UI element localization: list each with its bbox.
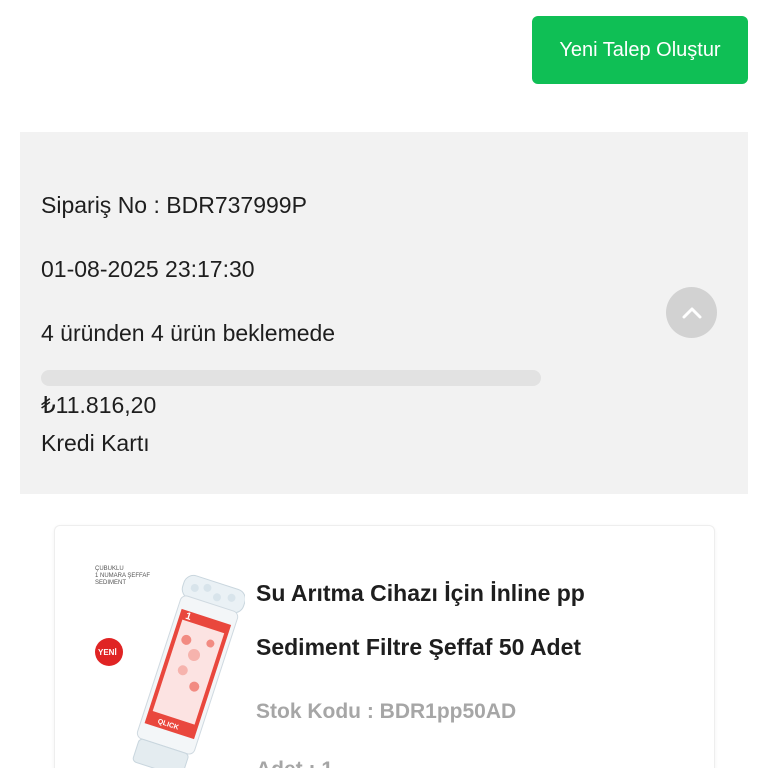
chevron-up-icon <box>682 307 701 318</box>
stock-code: Stok Kodu : BDR1pp50AD <box>256 700 517 723</box>
order-summary-card[interactable]: Sipariş No : BDR737999P 01-08-2025 23:17… <box>20 132 748 494</box>
product-title[interactable]: Su Arıtma Cihazı İçin İnline pp Sediment… <box>256 566 676 674</box>
product-image: ÇUBUKLU 1 NUMARA ŞEFFAF SEDIMENT 1 QLICK… <box>95 566 245 768</box>
payment-method: Kredi Kartı <box>41 430 150 456</box>
product-image-caption-3: SEDIMENT <box>95 580 126 586</box>
order-date: 01-08-2025 23:17:30 <box>41 256 255 282</box>
order-total-amount: ₺11.816,20 <box>41 392 157 418</box>
order-status-text: 4 üründen 4 ürün beklemede <box>41 320 336 346</box>
order-detail-page: Yeni Talep Oluştur Sipariş No : BDR73799… <box>0 0 768 768</box>
new-request-button[interactable]: Yeni Talep Oluştur <box>532 16 748 84</box>
product-image-caption-1: ÇUBUKLU <box>95 566 124 572</box>
collapse-toggle-button[interactable] <box>666 287 717 338</box>
order-number: Sipariş No : BDR737999P <box>41 192 307 218</box>
product-image-badge: YENİ <box>98 648 117 657</box>
order-items-panel: ÇUBUKLU 1 NUMARA ŞEFFAF SEDIMENT 1 QLICK… <box>22 494 746 768</box>
product-quantity: Adet : 1 <box>256 758 333 768</box>
product-image-caption-2: 1 NUMARA ŞEFFAF <box>95 573 150 579</box>
product-card[interactable]: ÇUBUKLU 1 NUMARA ŞEFFAF SEDIMENT 1 QLICK… <box>54 525 715 768</box>
order-progress-bar <box>41 370 541 386</box>
